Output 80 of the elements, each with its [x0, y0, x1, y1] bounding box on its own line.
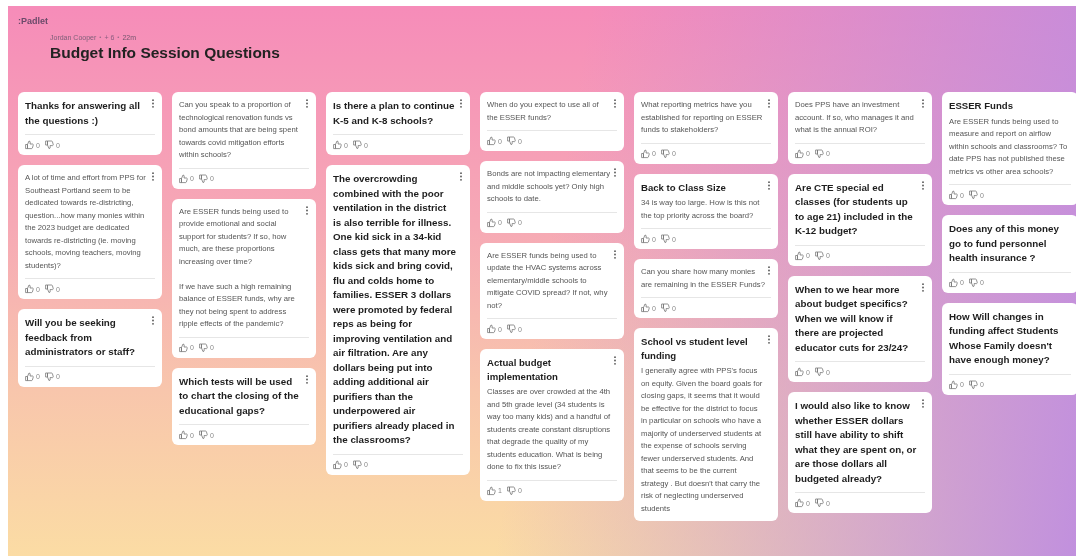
thumbs-up-icon[interactable] — [487, 485, 496, 496]
thumbs-up-icon[interactable] — [333, 459, 342, 470]
more-menu-icon[interactable] — [767, 180, 771, 190]
thumbs-up-icon[interactable] — [949, 277, 958, 288]
thumbs-down-icon[interactable] — [660, 148, 670, 159]
post-title: Thanks for answering all the questions :) — [25, 99, 141, 128]
thumbs-down-icon[interactable] — [44, 371, 54, 382]
post-title: Which tests will be used to chart the closing of the educational gaps? — [179, 374, 300, 418]
post-title: Actual budget implementation — [487, 356, 559, 383]
thumbs-down-icon[interactable] — [660, 303, 670, 313]
thumbs-down-icon[interactable] — [198, 342, 208, 353]
more-menu-icon[interactable] — [613, 168, 617, 177]
post-title: When to we hear more about budget specifics? When we will know if there are projected educator cuts for 23/24? — [795, 282, 910, 355]
thumbs-down-icon[interactable] — [968, 190, 978, 200]
thumbs-up-icon[interactable] — [179, 173, 188, 184]
thumbs-down-icon[interactable] — [44, 284, 54, 294]
thumbs-down-icon[interactable] — [44, 140, 54, 150]
thumbs-down-icon[interactable] — [198, 430, 208, 440]
thumbs-up-icon[interactable] — [25, 284, 34, 294]
more-menu-icon[interactable] — [767, 266, 771, 275]
more-menu-icon[interactable] — [921, 180, 925, 190]
post-title: How Will changes in funding affect Students Whose Family doesn't have enough money? — [949, 309, 1060, 367]
thumbs-up-icon[interactable] — [641, 148, 650, 159]
more-menu-icon[interactable] — [613, 99, 617, 108]
more-menu-icon[interactable] — [921, 99, 925, 108]
thumbs-up-icon[interactable] — [487, 136, 496, 146]
thumbs-up-icon[interactable] — [179, 430, 188, 440]
padlet-logo[interactable]: :Padlet — [18, 16, 48, 26]
thumbs-down-icon[interactable] — [506, 485, 516, 496]
post-title: The overcrowding combined with the poor ventilation in the district is also terrible for illness. One kid sick in a 34-kid class gets that many more kids sick and bring covid, flu and colds home to families. ESSER 3 dollars were promoted by federal reps as being for improving ventilation and air filtration. Are any dollars being put into adding additional air purifiers than the underpowered air purifiers already placed in the classrooms? — [333, 172, 457, 447]
more-menu-icon[interactable] — [921, 282, 925, 292]
post-title: School vs student level funding — [641, 335, 749, 362]
more-menu-icon[interactable] — [613, 249, 617, 259]
thumbs-up-icon[interactable] — [641, 303, 650, 313]
thumbs-up-icon[interactable] — [333, 140, 342, 150]
more-menu-icon[interactable] — [459, 172, 463, 181]
post-title: Does any of this money go to fund personnel health insurance ? — [949, 222, 1060, 265]
thumbs-down-icon[interactable] — [814, 367, 824, 377]
thumbs-down-icon[interactable] — [506, 324, 516, 334]
more-menu-icon[interactable] — [151, 172, 155, 181]
more-menu-icon[interactable] — [767, 99, 771, 108]
more-menu-icon[interactable] — [305, 205, 309, 215]
thumbs-up-icon[interactable] — [487, 217, 496, 228]
post-title: Is there a plan to continue K-5 and K-8 schools? — [333, 99, 456, 128]
thumbs-up-icon[interactable] — [179, 342, 188, 353]
thumbs-down-icon[interactable] — [814, 250, 824, 261]
more-menu-icon[interactable] — [151, 316, 155, 325]
post-title: Are CTE special ed classes (for students up to age 21) included in the K-12 budget? — [795, 180, 914, 238]
thumbs-down-icon[interactable] — [968, 379, 978, 390]
thumbs-down-icon[interactable] — [198, 173, 208, 184]
thumbs-up-icon[interactable] — [949, 190, 958, 200]
thumbs-up-icon[interactable] — [487, 324, 496, 334]
more-menu-icon[interactable] — [459, 99, 463, 108]
thumbs-down-icon[interactable] — [814, 148, 824, 159]
more-menu-icon[interactable] — [921, 399, 925, 408]
thumbs-down-icon[interactable] — [352, 459, 362, 470]
post-title: Back to Class Size — [641, 180, 727, 194]
post-title: Will you be seeking feedback from administrators or staff? — [25, 316, 136, 359]
more-menu-icon[interactable] — [305, 99, 309, 108]
post-title: ESSER Funds — [949, 99, 1014, 113]
thumbs-down-icon[interactable] — [506, 136, 516, 146]
thumbs-up-icon[interactable] — [795, 250, 804, 261]
thumbs-up-icon[interactable] — [795, 367, 804, 377]
thumbs-up-icon[interactable] — [25, 140, 34, 150]
thumbs-down-icon[interactable] — [352, 140, 362, 150]
more-menu-icon[interactable] — [767, 335, 771, 344]
thumbs-up-icon[interactable] — [641, 234, 650, 244]
thumbs-down-icon[interactable] — [968, 277, 978, 288]
thumbs-down-icon[interactable] — [506, 217, 516, 228]
thumbs-up-icon[interactable] — [949, 379, 958, 390]
post-title: I would also like to know whether ESSER dollars still have ability to shift what they are spent on, or are those dollars all budgeted already? — [795, 399, 918, 486]
board-title: Budget Info Session Questions — [50, 44, 281, 62]
thumbs-down-icon[interactable] — [814, 498, 824, 508]
thumbs-up-icon[interactable] — [795, 498, 804, 508]
thumbs-up-icon[interactable] — [25, 371, 34, 382]
more-menu-icon[interactable] — [151, 99, 155, 108]
thumbs-up-icon[interactable] — [795, 148, 804, 159]
more-menu-icon[interactable] — [613, 356, 617, 365]
thumbs-down-icon[interactable] — [660, 234, 670, 244]
more-menu-icon[interactable] — [305, 374, 309, 384]
